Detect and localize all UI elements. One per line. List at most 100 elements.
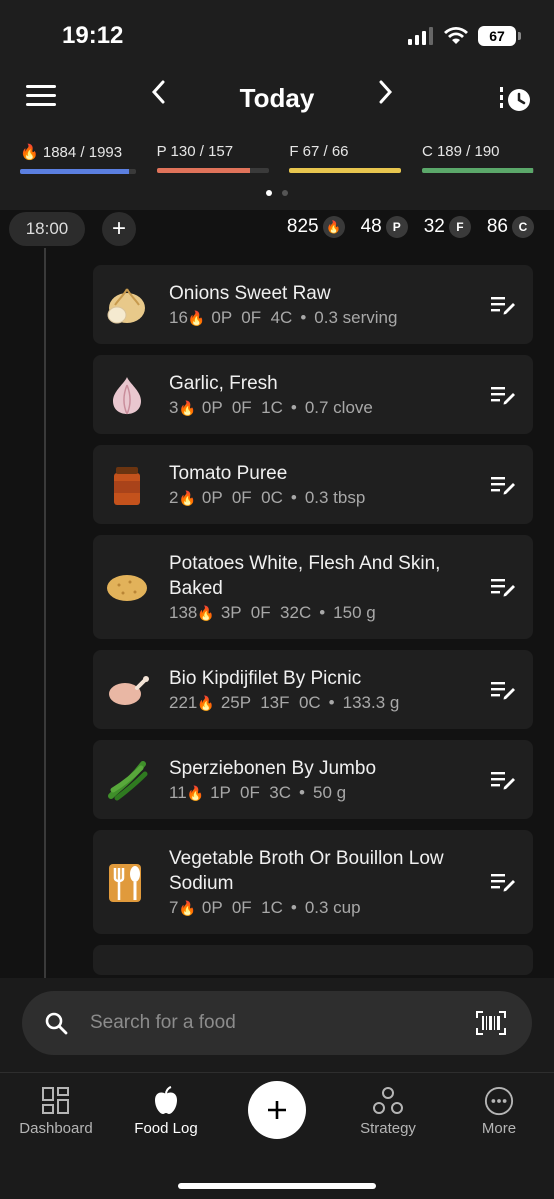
food-name: Bio Kipdijfilet By Picnic bbox=[169, 668, 362, 689]
tab-more-label: More bbox=[481, 1120, 517, 1137]
bottom-tab-bar: Dashboard Food Log Strategy More bbox=[0, 1078, 554, 1158]
food-entry[interactable]: Onions Sweet Raw 16 🔥 0P 0F 4C • 0.3 serving bbox=[93, 265, 533, 344]
food-calories: 221 bbox=[169, 693, 198, 712]
chicken-icon bbox=[105, 668, 149, 712]
separator-dot: • bbox=[319, 603, 326, 622]
food-calories: 3 bbox=[169, 398, 179, 417]
bottom-panel: Dashboard Food Log Strategy bbox=[0, 978, 554, 1199]
food-macros: 3P 0F 32C bbox=[220, 603, 312, 622]
food-name: Sperziebonen By Jumbo bbox=[169, 758, 377, 779]
potato-icon bbox=[105, 565, 149, 609]
previous-day-button[interactable] bbox=[150, 79, 166, 113]
flame-icon: 🔥 bbox=[197, 604, 215, 621]
status-icons: 67 bbox=[408, 26, 521, 46]
page-title: Today bbox=[239, 83, 315, 113]
food-calories: 138 bbox=[169, 603, 198, 622]
plus-icon: + bbox=[111, 215, 126, 242]
edit-entry-icon[interactable] bbox=[491, 680, 515, 700]
fat-badge: F bbox=[448, 216, 471, 238]
meal-header: 18:00 + 825 🔥 48 P 32 F 86 C bbox=[0, 210, 554, 248]
separator-dot: • bbox=[290, 488, 297, 507]
edit-entry-icon[interactable] bbox=[491, 770, 515, 790]
chevron-right-icon bbox=[379, 80, 393, 104]
food-entry[interactable]: Bio Kipdijfilet By Picnic 221 🔥 25P 13F 0C •… bbox=[93, 650, 533, 729]
flame-icon: 🔥 bbox=[187, 309, 206, 326]
plus-icon bbox=[268, 1101, 286, 1119]
tomato-puree-icon bbox=[105, 463, 149, 507]
onion-icon bbox=[105, 283, 149, 327]
flame-icon: 🔥 bbox=[178, 899, 196, 916]
protein-badge: P bbox=[385, 216, 408, 238]
food-meta: 16 🔥 0P 0F 4C • 0.3 serving bbox=[169, 308, 473, 328]
edit-entry-icon[interactable] bbox=[491, 295, 515, 315]
food-name: Tomato Puree bbox=[169, 463, 288, 484]
food-meta: 2 🔥 0P 0F 0C • 0.3 tbsp bbox=[169, 488, 473, 508]
food-macros: 25P 13F 0C bbox=[220, 693, 321, 712]
food-serving: 150 g bbox=[333, 603, 376, 622]
search-input[interactable] bbox=[90, 991, 460, 1055]
calories-progress: 🔥 1884 / 1993 bbox=[20, 143, 136, 174]
quick-add-button[interactable] bbox=[248, 1081, 306, 1139]
strategy-icon bbox=[373, 1087, 403, 1114]
tab-food-log[interactable]: Food Log bbox=[116, 1086, 216, 1137]
food-calories: 11 bbox=[169, 783, 187, 802]
tab-strategy-label: Strategy bbox=[360, 1120, 416, 1137]
food-macros: 0P 0F 1C bbox=[201, 398, 283, 417]
food-serving: 133.3 g bbox=[342, 693, 400, 712]
food-serving: 0.7 clove bbox=[304, 398, 373, 417]
tab-more[interactable]: More bbox=[449, 1086, 549, 1137]
page-indicator[interactable] bbox=[0, 190, 554, 196]
timeline-line bbox=[44, 248, 46, 978]
food-meta: 11 🔥 1P 0F 3C • 50 g bbox=[169, 783, 473, 803]
flame-icon: 🔥 bbox=[197, 694, 215, 711]
next-day-button[interactable] bbox=[378, 79, 394, 113]
search-bar[interactable] bbox=[22, 991, 532, 1055]
search-icon bbox=[45, 1012, 68, 1035]
barcode-scan-icon[interactable] bbox=[476, 1011, 506, 1035]
page-dot-2[interactable] bbox=[282, 190, 288, 196]
flame-icon: 🔥 bbox=[20, 144, 39, 161]
flame-icon: 🔥 bbox=[178, 489, 196, 506]
tab-dashboard[interactable]: Dashboard bbox=[6, 1086, 106, 1137]
fat-bar bbox=[289, 168, 402, 173]
page-dot-1[interactable] bbox=[266, 190, 272, 196]
meal-time-chip[interactable]: 18:00 bbox=[9, 212, 85, 246]
signal-icon bbox=[408, 27, 433, 45]
flame-icon: 🔥 bbox=[186, 784, 205, 801]
calories-bar bbox=[20, 169, 136, 174]
food-name: Onions Sweet Raw bbox=[169, 283, 331, 304]
food-serving: 0.3 cup bbox=[304, 898, 361, 917]
edit-entry-icon[interactable] bbox=[491, 577, 515, 597]
protein-label: P 130 / 157 bbox=[156, 143, 234, 160]
food-entry[interactable]: Tomato Puree 2 🔥 0P 0F 0C • 0.3 tbsp bbox=[93, 445, 533, 524]
macro-summary: 🔥 1884 / 1993 P 130 / 157 F 67 / 66 C 18… bbox=[20, 143, 534, 174]
garlic-icon bbox=[105, 373, 149, 417]
edit-entry-icon[interactable] bbox=[491, 872, 515, 892]
food-entry[interactable]: Vegetable Broth Or Bouillon Low Sodium 7 🔥… bbox=[93, 830, 533, 934]
edit-entry-icon[interactable] bbox=[491, 475, 515, 495]
food-macros: 0P 0F 0C bbox=[201, 488, 283, 507]
tab-strategy[interactable]: Strategy bbox=[338, 1086, 438, 1137]
history-button[interactable] bbox=[498, 85, 534, 115]
food-name: Garlic, Fresh bbox=[169, 373, 278, 394]
food-calories: 16 bbox=[169, 308, 188, 327]
tab-divider bbox=[0, 1072, 554, 1073]
more-icon bbox=[484, 1086, 514, 1116]
protein-bar bbox=[156, 168, 269, 173]
food-calories: 7 bbox=[169, 898, 179, 917]
food-entry-partial[interactable] bbox=[93, 945, 533, 975]
food-serving: 0.3 serving bbox=[314, 308, 398, 327]
carbs-progress: C 189 / 190 bbox=[421, 143, 534, 174]
calories-label: 1884 / 1993 bbox=[42, 144, 123, 161]
food-calories: 2 bbox=[169, 488, 179, 507]
add-to-meal-button[interactable]: + bbox=[102, 212, 136, 246]
fat-label: F 67 / 66 bbox=[289, 143, 349, 160]
food-macros: 1P 0F 3C bbox=[210, 783, 292, 802]
carbs-label: C 189 / 190 bbox=[421, 143, 500, 160]
separator-dot: • bbox=[299, 783, 305, 802]
food-entry[interactable]: Garlic, Fresh 3 🔥 0P 0F 1C • 0.7 clove bbox=[93, 355, 533, 434]
food-entry[interactable]: Potatoes White, Flesh And Skin, Baked 138… bbox=[93, 535, 533, 639]
food-entry[interactable]: Sperziebonen By Jumbo 11 🔥 1P 0F 3C • 50 g bbox=[93, 740, 533, 819]
green-beans-icon bbox=[105, 758, 149, 802]
edit-entry-icon[interactable] bbox=[491, 385, 515, 405]
